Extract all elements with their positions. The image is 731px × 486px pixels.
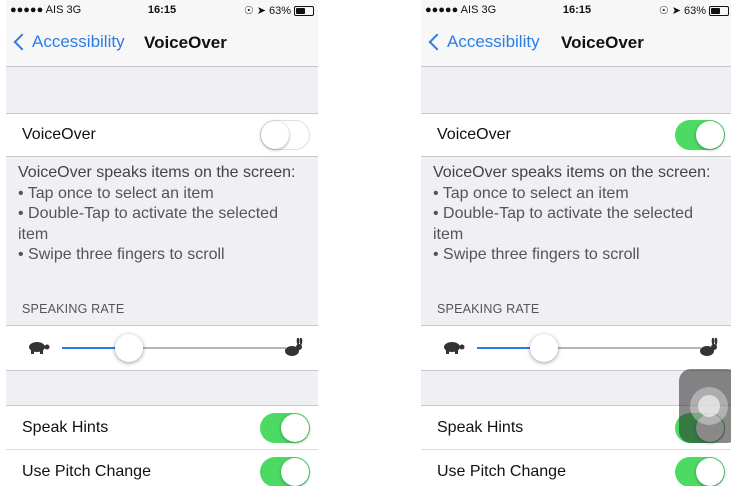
voiceover-description: VoiceOver speaks items on the screen: Ta…: [18, 163, 312, 266]
settings-screen-voiceover-off: ●●●●● AIS 3G 16:15 ☉ ➤ 63% Accessibility…: [6, 0, 318, 486]
back-button-label: Accessibility: [32, 32, 125, 51]
pitch-change-label: Use Pitch Change: [22, 462, 151, 480]
slider-thumb[interactable]: [530, 334, 559, 362]
status-indicators: ☉ ➤ 63%: [244, 4, 314, 17]
speak-hints-row: Speak Hints: [6, 405, 318, 449]
pitch-change-row: Use Pitch Change: [6, 449, 318, 486]
speaking-rate-header: SPEAKING RATE: [437, 302, 540, 316]
rotation-lock-icon: ☉: [658, 5, 669, 17]
status-bar: ●●●●● AIS 3G 16:15 ☉ ➤ 63%: [6, 0, 318, 20]
rabbit-icon: [700, 338, 718, 356]
speaking-rate-header: SPEAKING RATE: [22, 302, 125, 316]
location-arrow-icon: ➤: [256, 5, 266, 17]
description-bullet: Tap once to select an item: [18, 184, 312, 205]
page-title: VoiceOver: [144, 33, 227, 52]
turtle-icon: [444, 342, 465, 354]
description-heading: VoiceOver speaks items on the screen:: [433, 164, 711, 181]
speaking-rate-slider[interactable]: [477, 334, 701, 362]
settings-screen-voiceover-on: ●●●●● AIS 3G 16:15 ☉ ➤ 63% Accessibility…: [421, 0, 731, 486]
pitch-change-switch[interactable]: [260, 456, 310, 486]
description-bullet: Tap once to select an item: [433, 184, 727, 205]
speaking-rate-row: [6, 325, 318, 371]
description-bullet: Double-Tap to activate the selected item: [18, 204, 312, 245]
speaking-rate-row: [421, 325, 731, 371]
voiceover-switch[interactable]: [260, 120, 310, 150]
battery-icon: [294, 5, 314, 16]
turtle-icon: [29, 342, 50, 354]
voiceover-switch[interactable]: [675, 120, 725, 150]
rotation-lock-icon: ☉: [243, 5, 254, 17]
battery-percent: 63%: [683, 4, 706, 17]
description-bullet: Swipe three fingers to scroll: [18, 245, 312, 266]
navigation-bar: Accessibility VoiceOver: [6, 20, 318, 67]
navigation-bar: Accessibility VoiceOver: [421, 20, 731, 67]
page-title: VoiceOver: [561, 33, 644, 52]
pitch-change-switch[interactable]: [675, 456, 725, 486]
voiceover-label: VoiceOver: [22, 126, 96, 143]
battery-percent: 63%: [268, 4, 291, 17]
description-bullet: Double-Tap to activate the selected item: [433, 204, 727, 245]
status-indicators: ☉ ➤ 63%: [659, 4, 729, 17]
chevron-left-icon: [13, 33, 31, 51]
voiceover-description: VoiceOver speaks items on the screen: Ta…: [433, 163, 727, 266]
voiceover-row: VoiceOver: [421, 113, 731, 157]
location-arrow-icon: ➤: [671, 5, 681, 17]
chevron-left-icon: [428, 33, 446, 51]
speak-hints-label: Speak Hints: [437, 418, 524, 436]
pitch-change-label: Use Pitch Change: [437, 462, 566, 480]
rabbit-icon: [285, 338, 303, 356]
voiceover-row: VoiceOver: [6, 113, 318, 157]
back-button-label: Accessibility: [447, 32, 540, 51]
pitch-change-row: Use Pitch Change: [421, 449, 731, 486]
assistive-touch-button[interactable]: [679, 369, 731, 443]
speaking-rate-slider[interactable]: [62, 334, 286, 362]
description-heading: VoiceOver speaks items on the screen:: [18, 164, 296, 181]
speak-hints-switch[interactable]: [260, 412, 310, 443]
status-bar: ●●●●● AIS 3G 16:15 ☉ ➤ 63%: [421, 0, 731, 20]
back-button[interactable]: Accessibility: [425, 32, 540, 52]
description-bullet: Swipe three fingers to scroll: [433, 245, 727, 266]
speak-hints-label: Speak Hints: [22, 418, 109, 436]
back-button[interactable]: Accessibility: [10, 32, 125, 52]
voiceover-label: VoiceOver: [437, 126, 511, 143]
battery-icon: [709, 5, 729, 16]
slider-thumb[interactable]: [115, 334, 144, 362]
